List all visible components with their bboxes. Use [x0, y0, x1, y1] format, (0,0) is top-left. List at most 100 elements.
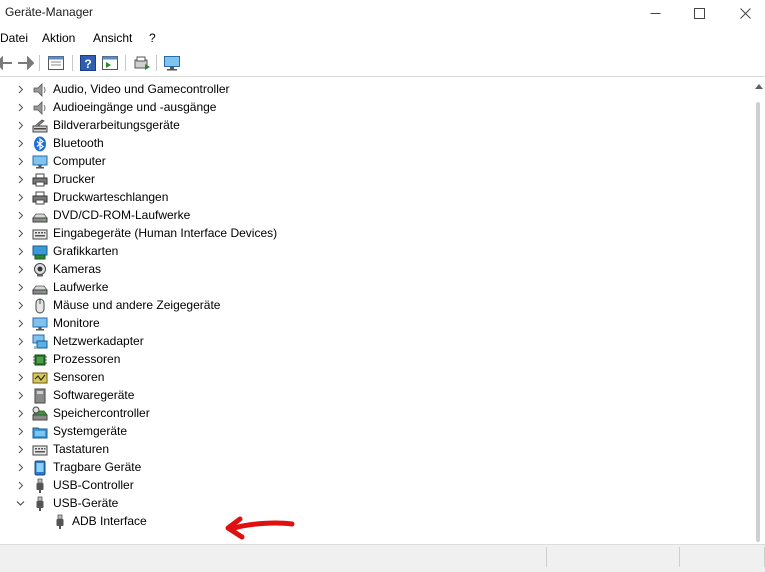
- tree-item-label: Druckwarteschlangen: [53, 190, 169, 204]
- chevron-right-icon[interactable]: [15, 84, 26, 95]
- scan-hardware-icon[interactable]: [133, 54, 151, 72]
- tree-category-item[interactable]: Prozessoren: [0, 351, 740, 369]
- chevron-right-icon[interactable]: [15, 120, 26, 131]
- chevron-right-icon[interactable]: [15, 228, 26, 239]
- scroll-up-icon[interactable]: [755, 84, 763, 89]
- tree-item-label: Grafikkarten: [53, 244, 119, 258]
- chevron-right-icon[interactable]: [15, 372, 26, 383]
- tree-category-item[interactable]: Softwaregeräte: [0, 387, 740, 405]
- chevron-right-icon[interactable]: [15, 390, 26, 401]
- chevron-right-icon[interactable]: [15, 408, 26, 419]
- toolbar-separator: [156, 55, 157, 71]
- drive-icon: [32, 285, 48, 295]
- tree-category-item[interactable]: Mäuse und andere Zeigegeräte: [0, 297, 740, 315]
- monitor-icon: [32, 317, 48, 331]
- tree-category-item[interactable]: Bluetooth: [0, 135, 740, 153]
- speaker-icon: [33, 83, 46, 97]
- menu-help[interactable]: ?: [149, 31, 156, 45]
- status-segment: [680, 547, 765, 567]
- system-folder-icon: [32, 427, 48, 439]
- tree-item-label: Monitore: [53, 316, 100, 330]
- chevron-right-icon[interactable]: [15, 282, 26, 293]
- toolbar-separator: [125, 55, 126, 71]
- minimize-button[interactable]: [632, 0, 678, 26]
- tree-category-item[interactable]: Tragbare Geräte: [0, 459, 740, 477]
- tree-category-item[interactable]: USB-Controller: [0, 477, 740, 495]
- tree-child-item[interactable]: ADB Interface: [0, 513, 740, 531]
- chevron-right-icon[interactable]: [15, 300, 26, 311]
- chevron-right-icon[interactable]: [15, 174, 26, 185]
- tree-category-item[interactable]: Bildverarbeitungsgeräte: [0, 117, 740, 135]
- scroll-thumb[interactable]: [756, 102, 760, 542]
- chevron-right-icon[interactable]: [15, 336, 26, 347]
- tree-category-item[interactable]: Audioeingänge und -ausgänge: [0, 99, 740, 117]
- tree-category-item[interactable]: Netzwerkadapter: [0, 333, 740, 351]
- usb-icon: [36, 478, 44, 493]
- tree-item-label: DVD/CD-ROM-Laufwerke: [53, 208, 191, 222]
- action-window-icon[interactable]: [101, 54, 119, 72]
- tree-category-item[interactable]: Drucker: [0, 171, 740, 189]
- tree-item-label: ADB Interface: [72, 514, 147, 528]
- minimize-icon: [650, 12, 660, 14]
- menu-bar: Datei Aktion Ansicht ?: [0, 29, 765, 49]
- tree-item-label: Netzwerkadapter: [53, 334, 144, 348]
- tree-category-item[interactable]: Grafikkarten: [0, 243, 740, 261]
- monitor-icon[interactable]: [163, 54, 181, 72]
- bluetooth-icon: [34, 136, 46, 152]
- chip-icon: [33, 354, 47, 366]
- tree-category-item[interactable]: Eingabegeräte (Human Interface Devices): [0, 225, 740, 243]
- chevron-right-icon[interactable]: [15, 318, 26, 329]
- chevron-right-icon[interactable]: [15, 480, 26, 491]
- tree-item-label: Audioeingänge und -ausgänge: [53, 100, 217, 114]
- tree-category-item[interactable]: Computer: [0, 153, 740, 171]
- maximize-button[interactable]: [676, 0, 722, 26]
- toolbar-separator: [39, 55, 40, 71]
- tree-category-item[interactable]: Kameras: [0, 261, 740, 279]
- toolbar: ?: [0, 51, 765, 77]
- chevron-right-icon[interactable]: [15, 426, 26, 437]
- chevron-right-icon[interactable]: [15, 264, 26, 275]
- vertical-scrollbar[interactable]: [752, 80, 765, 542]
- tree-category-item[interactable]: DVD/CD-ROM-Laufwerke: [0, 207, 740, 225]
- chevron-right-icon[interactable]: [15, 138, 26, 149]
- back-arrow-icon[interactable]: [0, 54, 14, 72]
- software-device-icon: [34, 388, 46, 404]
- chevron-right-icon[interactable]: [15, 210, 26, 221]
- tree-category-item[interactable]: Druckwarteschlangen: [0, 189, 740, 207]
- tree-item-label: Softwaregeräte: [53, 388, 135, 402]
- chevron-right-icon[interactable]: [15, 444, 26, 455]
- properties-window-icon[interactable]: [47, 54, 65, 72]
- svg-text:?: ?: [84, 57, 91, 71]
- tree-category-item[interactable]: Speichercontroller: [0, 405, 740, 423]
- chevron-right-icon[interactable]: [15, 102, 26, 113]
- tree-category-item[interactable]: Sensoren: [0, 369, 740, 387]
- network-icon: [32, 334, 48, 349]
- menu-aktion[interactable]: Aktion: [42, 31, 75, 45]
- tree-category-item[interactable]: Monitore: [0, 315, 740, 333]
- forward-arrow-icon[interactable]: [16, 54, 34, 72]
- device-tree: Audio, Video und Gamecontroller Audioeing…: [0, 80, 752, 542]
- chevron-right-icon[interactable]: [15, 246, 26, 257]
- menu-datei[interactable]: Datei: [0, 31, 28, 45]
- close-button[interactable]: [722, 0, 765, 26]
- monitor-icon: [32, 155, 48, 169]
- printer-icon: [32, 191, 48, 205]
- chevron-right-icon[interactable]: [15, 462, 26, 473]
- chevron-down-icon[interactable]: [15, 498, 26, 509]
- chevron-right-icon[interactable]: [15, 192, 26, 203]
- help-icon[interactable]: ?: [79, 54, 97, 72]
- tree-category-item[interactable]: USB-Geräte: [0, 495, 740, 513]
- menu-ansicht[interactable]: Ansicht: [93, 31, 132, 45]
- tree-item-label: Sensoren: [53, 370, 105, 384]
- tree-category-item[interactable]: Audio, Video und Gamecontroller: [0, 81, 740, 99]
- close-icon: [739, 7, 751, 19]
- tree-item-label: Tragbare Geräte: [53, 460, 142, 474]
- display-adapter-icon: [32, 245, 48, 260]
- chevron-right-icon[interactable]: [15, 354, 26, 365]
- tree-category-item[interactable]: Laufwerke: [0, 279, 740, 297]
- scanner-icon: [32, 119, 48, 133]
- chevron-right-icon[interactable]: [15, 156, 26, 167]
- tree-category-item[interactable]: Systemgeräte: [0, 423, 740, 441]
- tree-category-item[interactable]: Tastaturen: [0, 441, 740, 459]
- status-segment: [547, 547, 680, 567]
